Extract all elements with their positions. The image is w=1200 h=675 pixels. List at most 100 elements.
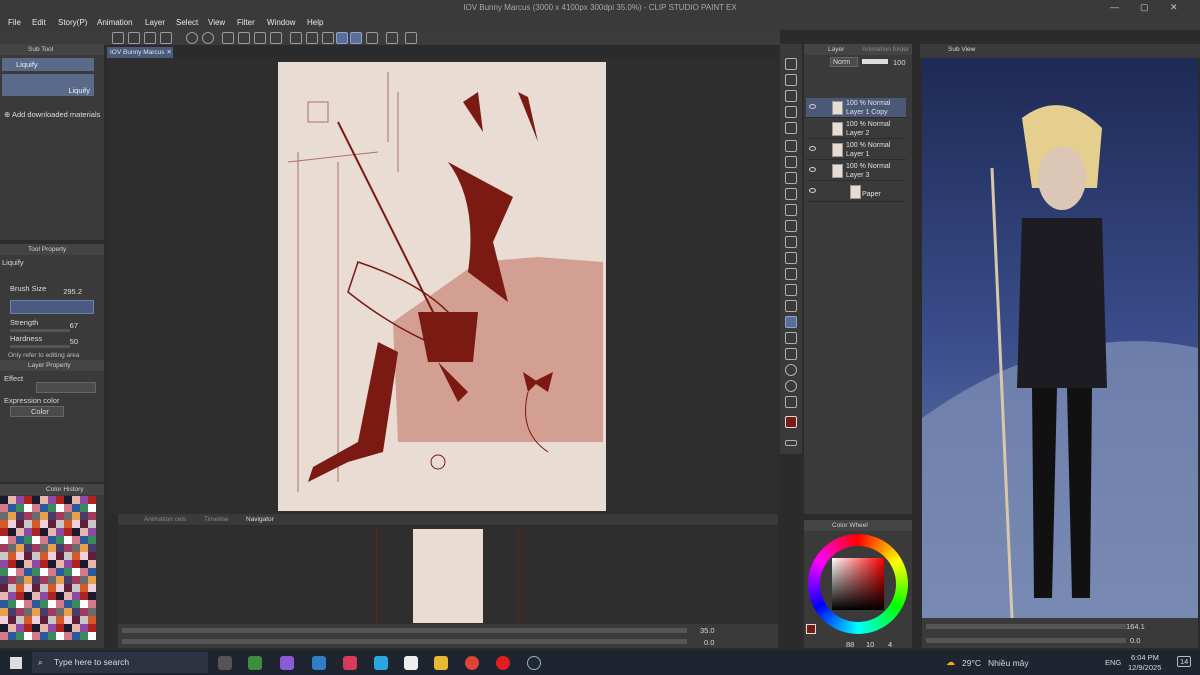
color-swatch[interactable] (16, 512, 24, 520)
color-swatch[interactable] (64, 504, 72, 512)
brush-tool-icon[interactable] (785, 188, 797, 200)
color-swatch[interactable] (24, 616, 32, 624)
transform-icon[interactable] (270, 32, 282, 44)
color-swatch[interactable] (40, 528, 48, 536)
eye-icon[interactable] (809, 146, 816, 151)
color-swatch[interactable] (32, 544, 40, 552)
color-swatch[interactable] (32, 504, 40, 512)
color-swatch[interactable] (8, 496, 16, 504)
blend-mode-dropdown[interactable]: Norm (830, 57, 858, 67)
snap-ruler-icon[interactable] (336, 32, 348, 44)
eye-icon[interactable] (809, 167, 816, 172)
color-swatch[interactable] (72, 536, 80, 544)
saturation-value-square[interactable] (832, 558, 884, 610)
color-swatch[interactable] (80, 512, 88, 520)
color-swatch[interactable] (80, 496, 88, 504)
color-swatch[interactable] (0, 496, 8, 504)
color-swatch[interactable] (64, 624, 72, 632)
hue-ring[interactable] (808, 534, 908, 634)
opacity-slider[interactable] (862, 59, 888, 64)
color-swatch[interactable] (64, 528, 72, 536)
clock-time[interactable]: 6:04 PM (1131, 653, 1159, 662)
color-swatch[interactable] (48, 544, 56, 552)
current-color-swatch[interactable] (806, 624, 816, 634)
sub-view-zoom-slider[interactable] (926, 624, 1126, 629)
color-swatch[interactable] (56, 512, 64, 520)
color-swatch[interactable] (48, 568, 56, 576)
sub-view-zoom-value[interactable]: 164.1 (1126, 622, 1145, 631)
color-swatch[interactable] (88, 600, 96, 608)
color-swatch[interactable] (72, 608, 80, 616)
color-swatch[interactable] (24, 512, 32, 520)
color-swatch[interactable] (32, 632, 40, 640)
color-swatch[interactable] (56, 528, 64, 536)
color-swatch[interactable] (64, 608, 72, 616)
color-swatch[interactable] (0, 512, 8, 520)
color-swatch[interactable] (88, 616, 96, 624)
color-swatch[interactable] (48, 496, 56, 504)
eraser-tool-icon[interactable] (785, 204, 797, 216)
color-swatch[interactable] (88, 560, 96, 568)
edge-icon[interactable] (312, 656, 326, 670)
color-swatch[interactable] (48, 536, 56, 544)
color-swatch[interactable] (24, 632, 32, 640)
minimize-button[interactable]: — (1110, 2, 1119, 12)
color-swatch[interactable] (88, 552, 96, 560)
color-swatch[interactable] (16, 600, 24, 608)
color-swatch[interactable] (72, 504, 80, 512)
color-swatch[interactable] (24, 544, 32, 552)
weather-desc[interactable]: Nhiều mây (988, 658, 1029, 668)
language-indicator[interactable]: ENG (1105, 658, 1121, 667)
color-swatch[interactable] (72, 512, 80, 520)
navigator-preview[interactable] (413, 529, 483, 623)
color-swatch[interactable] (80, 608, 88, 616)
color-swatch[interactable] (64, 568, 72, 576)
color-swatch[interactable] (0, 608, 8, 616)
color-swatch[interactable] (8, 608, 16, 616)
color-history-swatches[interactable] (0, 496, 98, 646)
color-swatch[interactable] (24, 584, 32, 592)
main-color-swatch[interactable] (785, 416, 797, 428)
color-swatch[interactable] (16, 520, 24, 528)
color-swatch[interactable] (56, 560, 64, 568)
color-swatch[interactable] (32, 536, 40, 544)
color-swatch[interactable] (80, 576, 88, 584)
color-swatch[interactable] (80, 544, 88, 552)
copilot-icon[interactable] (280, 656, 294, 670)
color-swatch[interactable] (40, 504, 48, 512)
color-swatch[interactable] (0, 544, 8, 552)
tab-timeline[interactable]: Timeline (204, 516, 228, 523)
color-swatch[interactable] (24, 600, 32, 608)
chrome-icon[interactable] (465, 656, 479, 670)
menu-layer[interactable]: Layer (145, 18, 165, 27)
tab-layer[interactable]: Layer (828, 46, 844, 53)
menu-animation[interactable]: Animation (97, 18, 133, 27)
color-swatch[interactable] (72, 592, 80, 600)
color-swatch[interactable] (64, 592, 72, 600)
color-swatch[interactable] (32, 552, 40, 560)
color-swatch[interactable] (24, 528, 32, 536)
color-swatch[interactable] (40, 568, 48, 576)
menu-select[interactable]: Select (176, 18, 198, 27)
color-swatch[interactable] (88, 624, 96, 632)
figure-tool-icon[interactable] (785, 284, 797, 296)
color-swatch[interactable] (40, 520, 48, 528)
color-swatch[interactable] (0, 592, 8, 600)
color-swatch[interactable] (64, 584, 72, 592)
hardness-slider[interactable] (10, 345, 70, 348)
undo-icon[interactable] (186, 32, 198, 44)
rotation-slider[interactable] (122, 639, 687, 644)
color-swatch[interactable] (64, 496, 72, 504)
color-swatch[interactable] (40, 552, 48, 560)
color-swatch[interactable] (48, 552, 56, 560)
color-swatch[interactable] (88, 504, 96, 512)
color-swatch[interactable] (80, 584, 88, 592)
opacity-value[interactable]: 100 (893, 58, 906, 67)
color-swatch[interactable] (56, 600, 64, 608)
color-swatch[interactable] (40, 584, 48, 592)
deselect-icon[interactable] (290, 32, 302, 44)
steam-icon[interactable] (527, 656, 541, 670)
color-swatch[interactable] (32, 592, 40, 600)
color-swatch[interactable] (0, 568, 8, 576)
color-swatch[interactable] (56, 552, 64, 560)
